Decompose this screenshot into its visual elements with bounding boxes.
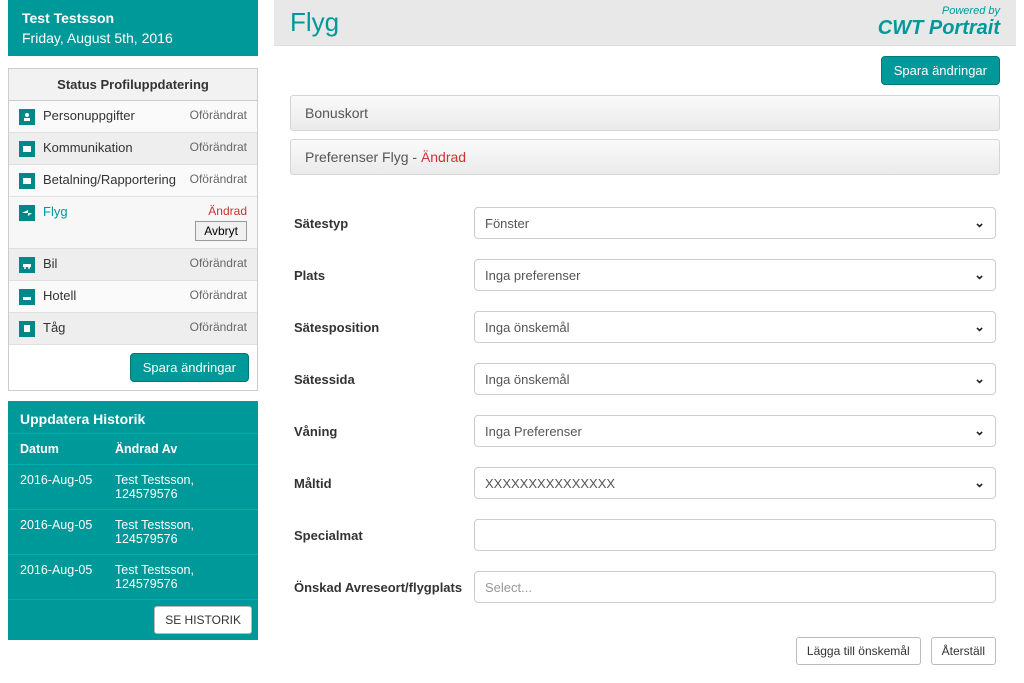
label-meal: Måltid xyxy=(294,476,464,491)
select-floor[interactable]: Inga Preferenser ⌄ xyxy=(474,415,996,447)
status-panel-title: Status Profiluppdatering xyxy=(9,69,257,101)
sidebar-item-flyg[interactable]: Flyg Ändrad Avbryt xyxy=(9,197,257,249)
status-badge: Oförändrat xyxy=(190,256,247,270)
sidebar-item-tag[interactable]: Tåg Oförändrat xyxy=(9,313,257,345)
label-floor: Våning xyxy=(294,424,464,439)
history-row: 2016-Aug-05 Test Testsson, 124579576 xyxy=(8,555,258,600)
label-departure: Önskad Avreseort/flygplats xyxy=(294,580,464,595)
label-plats: Plats xyxy=(294,268,464,283)
cancel-button[interactable]: Avbryt xyxy=(195,221,247,241)
person-icon xyxy=(19,109,35,125)
current-date: Friday, August 5th, 2016 xyxy=(22,30,244,46)
sidebar-item-label: Flyg xyxy=(43,204,187,219)
history-panel: Uppdatera Historik Datum Ändrad Av 2016-… xyxy=(8,401,258,640)
status-badge: Oförändrat xyxy=(190,172,247,186)
user-name: Test Testsson xyxy=(22,10,244,26)
status-badge: Oförändrat xyxy=(190,108,247,122)
chevron-down-icon: ⌄ xyxy=(974,423,985,439)
chevron-down-icon: ⌄ xyxy=(974,319,985,335)
payment-icon xyxy=(19,173,35,189)
save-button-sidebar[interactable]: Spara ändringar xyxy=(130,353,249,382)
brand-logo: Powered by CWT Portrait xyxy=(878,6,1000,39)
section-bonuskort[interactable]: Bonuskort xyxy=(290,95,1000,131)
section-preferenser-flyg[interactable]: Preferenser Flyg - Ändrad xyxy=(290,139,1000,175)
label-seattype: Sätestyp xyxy=(294,216,464,231)
sidebar-item-label: Tåg xyxy=(43,320,182,335)
plane-icon xyxy=(19,205,35,221)
train-icon xyxy=(19,321,35,337)
comm-icon xyxy=(19,141,35,157)
car-icon xyxy=(19,257,35,273)
label-seatpos: Sätesposition xyxy=(294,320,464,335)
select-seattype[interactable]: Fönster ⌄ xyxy=(474,207,996,239)
save-button-top[interactable]: Spara ändringar xyxy=(881,56,1000,85)
main-header: Flyg Powered by CWT Portrait xyxy=(274,0,1016,46)
chevron-down-icon: ⌄ xyxy=(974,475,985,491)
reset-button[interactable]: Återställ xyxy=(931,637,996,665)
sidebar-item-kommunikation[interactable]: Kommunikation Oförändrat xyxy=(9,133,257,165)
sidebar-item-label: Betalning/Rapportering xyxy=(43,172,182,187)
sidebar-item-personuppgifter[interactable]: Personuppgifter Oförändrat xyxy=(9,101,257,133)
select-seatside[interactable]: Inga önskemål ⌄ xyxy=(474,363,996,395)
history-col-by: Ändrad Av xyxy=(115,442,246,456)
status-badge: Oförändrat xyxy=(190,140,247,154)
chevron-down-icon: ⌄ xyxy=(974,267,985,283)
hotel-icon xyxy=(19,289,35,305)
select-meal[interactable]: XXXXXXXXXXXXXXX ⌄ xyxy=(474,467,996,499)
input-specialmeal[interactable] xyxy=(474,519,996,551)
sidebar-item-label: Kommunikation xyxy=(43,140,182,155)
chevron-down-icon: ⌄ xyxy=(974,215,985,231)
sidebar-item-betalning[interactable]: Betalning/Rapportering Oförändrat xyxy=(9,165,257,197)
history-title: Uppdatera Historik xyxy=(8,401,258,433)
status-badge: Oförändrat xyxy=(190,288,247,302)
add-wish-button[interactable]: Lägga till önskemål xyxy=(796,637,921,665)
select-departure[interactable]: Select... xyxy=(474,571,996,603)
select-seatpos[interactable]: Inga önskemål ⌄ xyxy=(474,311,996,343)
status-badge: Oförändrat xyxy=(190,320,247,334)
history-col-date: Datum xyxy=(20,442,115,456)
label-specialmeal: Specialmat xyxy=(294,528,464,543)
select-plats[interactable]: Inga preferenser ⌄ xyxy=(474,259,996,291)
sidebar-item-label: Bil xyxy=(43,256,182,271)
sidebar-user-block: Test Testsson Friday, August 5th, 2016 xyxy=(8,0,258,56)
sidebar-item-label: Hotell xyxy=(43,288,182,303)
sidebar-item-hotell[interactable]: Hotell Oförändrat xyxy=(9,281,257,313)
history-row: 2016-Aug-05 Test Testsson, 124579576 xyxy=(8,465,258,510)
label-seatside: Sätessida xyxy=(294,372,464,387)
status-panel: Status Profiluppdatering Personuppgifter… xyxy=(8,68,258,391)
sidebar-item-label: Personuppgifter xyxy=(43,108,182,123)
history-row: 2016-Aug-05 Test Testsson, 124579576 xyxy=(8,510,258,555)
status-badge-changed: Ändrad xyxy=(195,204,247,218)
see-history-button[interactable]: SE HISTORIK xyxy=(154,606,252,634)
sidebar-item-bil[interactable]: Bil Oförändrat xyxy=(9,249,257,281)
page-title: Flyg xyxy=(290,7,339,38)
chevron-down-icon: ⌄ xyxy=(974,371,985,387)
